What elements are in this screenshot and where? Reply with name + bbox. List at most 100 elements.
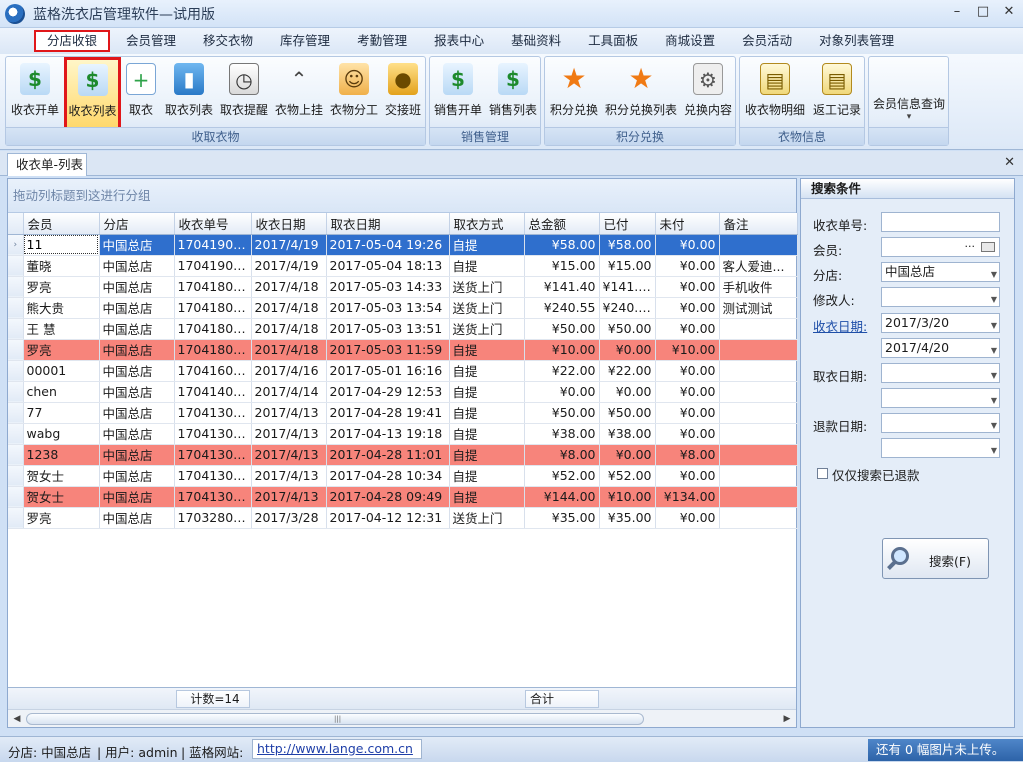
cell-branch[interactable]: 中国总店 bbox=[99, 486, 175, 508]
cell-branch[interactable]: 中国总店 bbox=[99, 339, 175, 361]
cell-pickup-date[interactable]: 2017-04-28 19:41 bbox=[326, 402, 450, 424]
cell-pickup-method[interactable]: 自提 bbox=[449, 255, 525, 277]
cell-unpaid[interactable]: ¥0.00 bbox=[655, 423, 720, 445]
receive-date-from-picker[interactable]: 2017/3/20 ▼ bbox=[881, 313, 1000, 333]
cell-receive-date[interactable]: 2017/4/13 bbox=[251, 402, 327, 424]
cell-paid[interactable]: ¥50.00 bbox=[599, 402, 656, 424]
cell-remark[interactable] bbox=[719, 465, 798, 487]
menu-tool-panel[interactable]: 工具面板 bbox=[577, 30, 649, 52]
cell-receive-date[interactable]: 2017/4/18 bbox=[251, 318, 327, 340]
row-indicator[interactable] bbox=[8, 465, 24, 487]
row-indicator[interactable] bbox=[8, 444, 24, 466]
row-indicator[interactable] bbox=[8, 297, 24, 319]
cell-pickup-method[interactable]: 自提 bbox=[449, 360, 525, 382]
cell-pickup-date[interactable]: 2017-04-12 12:31 bbox=[326, 507, 450, 529]
maximize-button[interactable]: □ bbox=[975, 4, 991, 20]
cell-pickup-date[interactable]: 2017-05-03 13:54 bbox=[326, 297, 450, 319]
cell-order-no[interactable]: 170418004 bbox=[174, 276, 252, 298]
cell-order-no[interactable]: 170419002 bbox=[174, 234, 252, 256]
column-header-branch[interactable]: 分店 bbox=[99, 213, 175, 235]
cell-branch[interactable]: 中国总店 bbox=[99, 381, 175, 403]
cell-paid[interactable]: ¥52.00 bbox=[599, 465, 656, 487]
website-link[interactable]: http://www.lange.com.cn bbox=[257, 741, 413, 756]
pickup-date-from-picker[interactable]: ▼ bbox=[881, 363, 1000, 383]
chevron-down-icon[interactable]: ▼ bbox=[991, 367, 997, 382]
row-indicator[interactable] bbox=[8, 360, 24, 382]
cell-pickup-date[interactable]: 2017-05-03 14:33 bbox=[326, 276, 450, 298]
cell-paid[interactable]: ¥0.00 bbox=[599, 444, 656, 466]
cell-unpaid[interactable]: ¥0.00 bbox=[655, 255, 720, 277]
cell-order-no[interactable]: 170418001 bbox=[174, 339, 252, 361]
cell-order-no[interactable]: 170414001 bbox=[174, 381, 252, 403]
cell-pickup-method[interactable]: 自提 bbox=[449, 465, 525, 487]
cell-remark[interactable] bbox=[719, 486, 798, 508]
table-row[interactable]: 王 慧中国总店 170418002 2017/4/18 2017-05-03 13:5… bbox=[8, 318, 798, 340]
cell-total[interactable]: ¥0.00 bbox=[524, 381, 600, 403]
receive-list-button[interactable]: $ 收衣列表 bbox=[64, 57, 121, 131]
table-row[interactable]: wabg 中国总店 170413004 2017/4/13 2017-04-13 19:… bbox=[8, 423, 798, 445]
cell-unpaid[interactable]: ¥0.00 bbox=[655, 381, 720, 403]
cell-paid[interactable]: ¥38.00 bbox=[599, 423, 656, 445]
chevron-down-icon[interactable]: ▼ bbox=[991, 417, 997, 432]
table-row[interactable]: › 11 中国总店 170419002 2017/4/19 2017-05-04 19:2… bbox=[8, 234, 798, 256]
cell-total[interactable]: ¥144.00 bbox=[524, 486, 600, 508]
cell-pickup-method[interactable]: 送货上门 bbox=[449, 276, 525, 298]
points-exchange-button[interactable]: ★ 积分兑换 bbox=[548, 59, 600, 129]
cell-order-no[interactable]: 170328002 bbox=[174, 507, 252, 529]
refund-date-from-picker[interactable]: ▼ bbox=[881, 413, 1000, 433]
cell-branch[interactable]: 中国总店 bbox=[99, 465, 175, 487]
cell-pickup-date[interactable]: 2017-05-04 19:26 bbox=[326, 234, 450, 256]
chevron-down-icon[interactable]: ▼ bbox=[991, 317, 997, 332]
cell-receive-date[interactable]: 2017/4/19 bbox=[251, 255, 327, 277]
column-header-total[interactable]: 总金额 bbox=[524, 213, 600, 235]
refund-only-label[interactable]: 仅仅搜索已退款 bbox=[832, 465, 920, 484]
menu-basic-data[interactable]: 基础资料 bbox=[500, 30, 572, 52]
cell-pickup-date[interactable]: 2017-05-03 11:59 bbox=[326, 339, 450, 361]
cell-order-no[interactable]: 170413004 bbox=[174, 423, 252, 445]
table-row[interactable]: 00001 中国总店 170416001 2017/4/16 2017-05-01 16… bbox=[8, 360, 798, 382]
cell-order-no[interactable]: 170413002 bbox=[174, 465, 252, 487]
cell-receive-date[interactable]: 2017/4/13 bbox=[251, 465, 327, 487]
member-browse-button[interactable]: ··· bbox=[965, 238, 976, 256]
row-indicator[interactable] bbox=[8, 381, 24, 403]
cell-pickup-method[interactable]: 送货上门 bbox=[449, 297, 525, 319]
cell-member[interactable]: 00001 bbox=[23, 360, 100, 382]
cell-order-no[interactable]: 170416001 bbox=[174, 360, 252, 382]
cell-branch[interactable]: 中国总店 bbox=[99, 360, 175, 382]
cell-paid[interactable]: ¥15.00 bbox=[599, 255, 656, 277]
chevron-down-icon[interactable]: ▼ bbox=[991, 291, 997, 306]
cell-branch[interactable]: 中国总店 bbox=[99, 402, 175, 424]
sales-list-button[interactable]: $ 销售列表 bbox=[487, 59, 539, 129]
cell-receive-date[interactable]: 2017/4/18 bbox=[251, 276, 327, 298]
cell-receive-date[interactable]: 2017/4/13 bbox=[251, 486, 327, 508]
cell-receive-date[interactable]: 2017/4/18 bbox=[251, 297, 327, 319]
cell-remark[interactable] bbox=[719, 360, 798, 382]
branch-select[interactable]: 中国总店 ▼ bbox=[881, 262, 1000, 282]
cell-remark[interactable] bbox=[719, 444, 798, 466]
cell-order-no[interactable]: 170413001 bbox=[174, 486, 252, 508]
cell-branch[interactable]: 中国总店 bbox=[99, 297, 175, 319]
cell-branch[interactable]: 中国总店 bbox=[99, 444, 175, 466]
row-indicator[interactable]: › bbox=[8, 234, 24, 256]
cell-pickup-method[interactable]: 自提 bbox=[449, 339, 525, 361]
cell-receive-date[interactable]: 2017/4/19 bbox=[251, 234, 327, 256]
cell-receive-date[interactable]: 2017/3/28 bbox=[251, 507, 327, 529]
cell-remark[interactable] bbox=[719, 423, 798, 445]
receive-date-label-link[interactable]: 收衣日期: bbox=[813, 316, 867, 335]
cell-order-no[interactable]: 170419001 bbox=[174, 255, 252, 277]
menu-object-list-management[interactable]: 对象列表管理 bbox=[808, 30, 905, 52]
cell-total[interactable]: ¥8.00 bbox=[524, 444, 600, 466]
rework-record-button[interactable]: ▤ 返工记录 bbox=[811, 59, 863, 129]
cell-remark[interactable]: 手机收件 bbox=[719, 276, 798, 298]
row-indicator[interactable] bbox=[8, 318, 24, 340]
order-no-input[interactable] bbox=[881, 212, 1000, 232]
shift-handover-button[interactable]: ● 交接班 bbox=[383, 59, 423, 129]
receive-date-to-picker[interactable]: 2017/4/20 ▼ bbox=[881, 338, 1000, 358]
cell-member[interactable]: wabg bbox=[23, 423, 100, 445]
menu-member-management[interactable]: 会员管理 bbox=[115, 30, 187, 52]
menu-transfer-clothes[interactable]: 移交衣物 bbox=[192, 30, 264, 52]
cell-unpaid[interactable]: ¥0.00 bbox=[655, 318, 720, 340]
search-button[interactable]: 搜索(F) bbox=[882, 538, 989, 579]
cell-pickup-method[interactable]: 自提 bbox=[449, 444, 525, 466]
chevron-down-icon[interactable]: ▼ bbox=[991, 442, 997, 457]
